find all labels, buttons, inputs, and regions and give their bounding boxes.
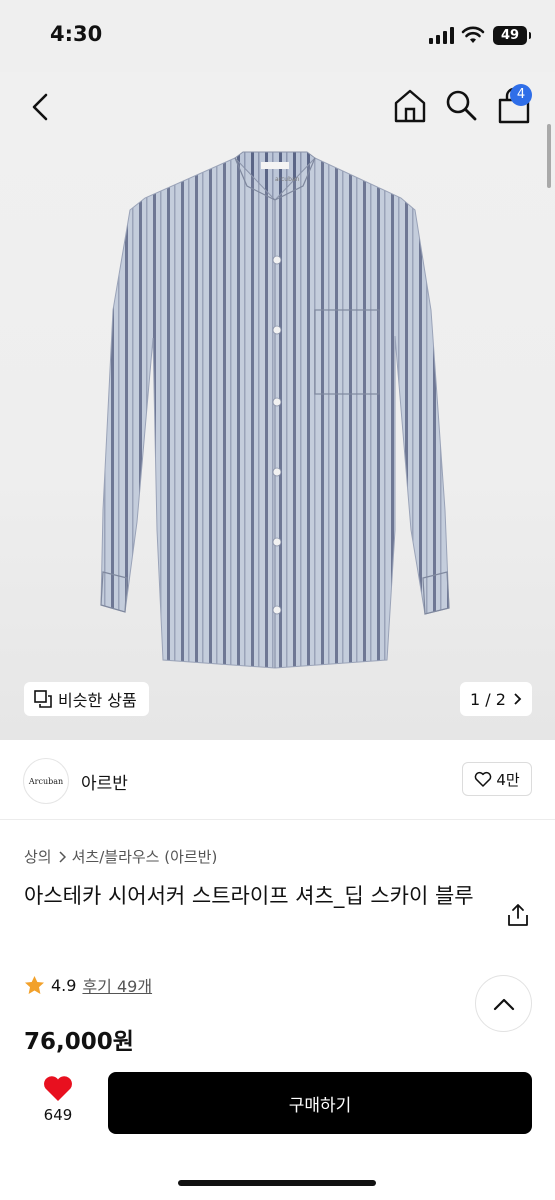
bottom-action-bar: 649 구매하기 — [0, 1060, 555, 1200]
rating-value: 4.9 — [51, 975, 77, 995]
brand-like-button[interactable]: 4만 — [462, 762, 532, 796]
status-bar: 4:30 49 — [0, 0, 555, 72]
star-icon — [25, 976, 44, 994]
buy-button[interactable]: 구매하기 — [108, 1072, 532, 1134]
breadcrumb-subcategory[interactable]: 셔츠/블라우스 (아르반) — [72, 846, 218, 867]
product-shirt-image — [100, 151, 450, 669]
brand-name[interactable]: 아르반 — [81, 769, 128, 794]
heart-outline-icon — [475, 771, 492, 787]
image-pager[interactable]: 1 / 2 — [460, 682, 532, 716]
share-icon[interactable] — [507, 903, 529, 927]
signal-icon — [429, 26, 455, 44]
price: 76,000원 — [24, 1029, 134, 1055]
home-icon[interactable] — [391, 88, 429, 124]
chevron-up-icon — [493, 998, 514, 1010]
chevron-right-icon — [514, 693, 522, 705]
heart-filled-icon — [44, 1076, 72, 1101]
similar-label: 비슷한 상품 — [58, 691, 137, 710]
product-image-gallery[interactable]: 4 arcuban 비슷한 상품 1 / 2 — [0, 72, 555, 740]
rating-row: 4.9 후기 49개 — [24, 973, 152, 997]
scroll-indicator — [547, 124, 551, 188]
search-icon[interactable] — [444, 88, 478, 122]
battery-icon: 49 — [493, 26, 531, 45]
breadcrumb-category[interactable]: 상의 — [24, 846, 52, 867]
wishlist-count: 649 — [43, 1106, 73, 1124]
cart-count-badge: 4 — [510, 84, 532, 106]
home-indicator — [178, 1180, 376, 1186]
similar-products-button[interactable]: 비슷한 상품 — [24, 682, 149, 716]
similar-icon — [34, 690, 52, 708]
pager-text: 1 / 2 — [470, 689, 506, 709]
wifi-icon — [461, 26, 485, 43]
reviews-link[interactable]: 후기 49개 — [82, 973, 152, 997]
chevron-left-icon[interactable] — [24, 90, 58, 124]
status-time: 4:30 — [50, 22, 103, 46]
wishlist-button[interactable]: 649 — [36, 1074, 80, 1124]
brand-row: Arcuban 아르반 4만 — [0, 740, 555, 820]
chevron-right-icon — [59, 850, 66, 863]
brand-logo[interactable]: Arcuban — [23, 758, 69, 804]
scroll-to-top-button[interactable] — [475, 975, 532, 1032]
brand-like-count: 4만 — [496, 770, 520, 789]
breadcrumb: 상의 셔츠/블라우스 (아르반) — [24, 846, 217, 867]
product-title: 아스테카 시어서커 스트라이프 셔츠_딥 스카이 블루 — [24, 884, 474, 908]
shirt-label: arcuban — [275, 176, 300, 183]
